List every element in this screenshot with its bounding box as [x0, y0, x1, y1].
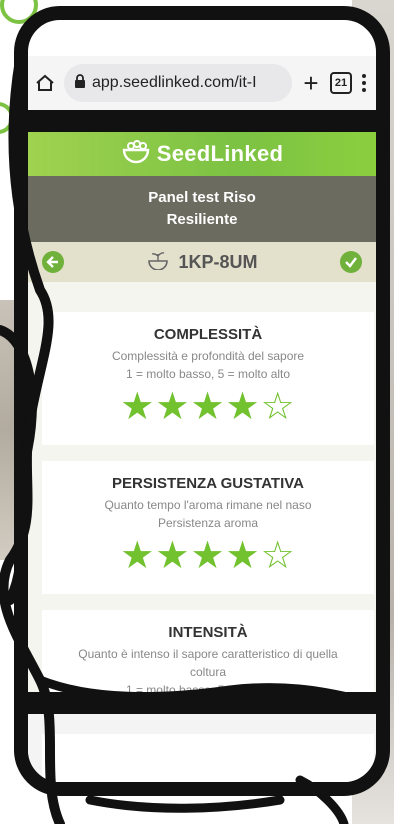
arrow-left-circle-icon: [46, 256, 58, 268]
card-title: COMPLESSITÀ: [153, 326, 263, 343]
confirm-button[interactable]: [339, 251, 362, 273]
star-rating[interactable]: ★★★★☆: [50, 387, 366, 427]
star-filled-icon[interactable]: ★: [155, 535, 190, 577]
seedlinked-logo-icon: [121, 139, 151, 169]
card-title: PERSISTENZA GUSTATIVA: [112, 475, 304, 492]
card-description: Quanto è intenso il sapore caratteristic…: [78, 647, 338, 661]
rating-card-complessita: COMPLESSITÀ Complessità e profondità del…: [42, 312, 374, 445]
next-card: [42, 734, 374, 782]
star-empty-icon[interactable]: ☆: [261, 386, 296, 428]
star-filled-icon[interactable]: ★: [155, 386, 190, 428]
app-content: SeedLinked Panel test Riso Resiliente 1K…: [28, 132, 376, 692]
logo-bar: SeedLinked: [28, 132, 376, 176]
more-vert-icon[interactable]: [360, 74, 368, 92]
star-filled-icon[interactable]: ★: [190, 386, 225, 428]
sample-label: 1KP-8UM: [146, 250, 258, 275]
rating-card-persistenza: PERSISTENZA GUSTATIVA Quanto tempo l'aro…: [42, 461, 374, 594]
card-scale: Persistenza aroma: [157, 516, 259, 530]
star-filled-icon[interactable]: ★: [190, 535, 225, 577]
phone-frame: app.seedlinked.com/it-I + 21 SeedLinked …: [14, 6, 390, 796]
home-icon[interactable]: [34, 72, 56, 94]
decorative-circle: [0, 102, 14, 134]
check-circle-icon: [345, 257, 357, 268]
back-button[interactable]: [42, 251, 64, 273]
lock-icon: [74, 73, 86, 93]
url-text: app.seedlinked.com/it-I: [92, 74, 257, 91]
new-tab-button[interactable]: +: [300, 70, 322, 96]
browser-toolbar: app.seedlinked.com/it-I + 21: [28, 56, 376, 110]
card-title: INTENSITÀ: [168, 624, 248, 641]
panel-title: Panel test Riso Resiliente: [28, 176, 376, 242]
tabs-button[interactable]: 21: [330, 72, 352, 94]
star-filled-icon[interactable]: ★: [120, 535, 155, 577]
card-scale: 1 = molto basso, 5 = molto alto: [125, 367, 291, 381]
screen-band: [28, 692, 376, 714]
brand-name: SeedLinked: [156, 141, 284, 166]
screen-band: [28, 110, 376, 132]
sample-navigation: 1KP-8UM: [28, 242, 376, 282]
panel-title-line: Panel test Riso: [148, 189, 256, 206]
sample-code: 1KP-8UM: [178, 251, 258, 272]
address-bar[interactable]: app.seedlinked.com/it-I: [64, 64, 292, 102]
card-description: coltura: [189, 665, 227, 679]
star-rating[interactable]: ★★★★☆: [50, 536, 366, 576]
star-filled-icon[interactable]: ★: [120, 386, 155, 428]
plant-bowl-icon: [146, 250, 170, 275]
rating-card-intensita: INTENSITÀ Quanto è intenso il sapore car…: [42, 610, 374, 692]
card-description: Complessità e profondità del sapore: [111, 349, 305, 363]
card-scale: 1 = molto basso, 5 = molto alto: [125, 683, 291, 692]
star-empty-icon[interactable]: ☆: [261, 535, 296, 577]
panel-title-line: Resiliente: [166, 211, 238, 228]
star-filled-icon[interactable]: ★: [226, 535, 261, 577]
rating-list: COMPLESSITÀ Complessità e profondità del…: [28, 282, 376, 692]
star-filled-icon[interactable]: ★: [226, 386, 261, 428]
bottom-area: [28, 714, 376, 782]
card-description: Quanto tempo l'aroma rimane nel naso: [104, 498, 312, 512]
